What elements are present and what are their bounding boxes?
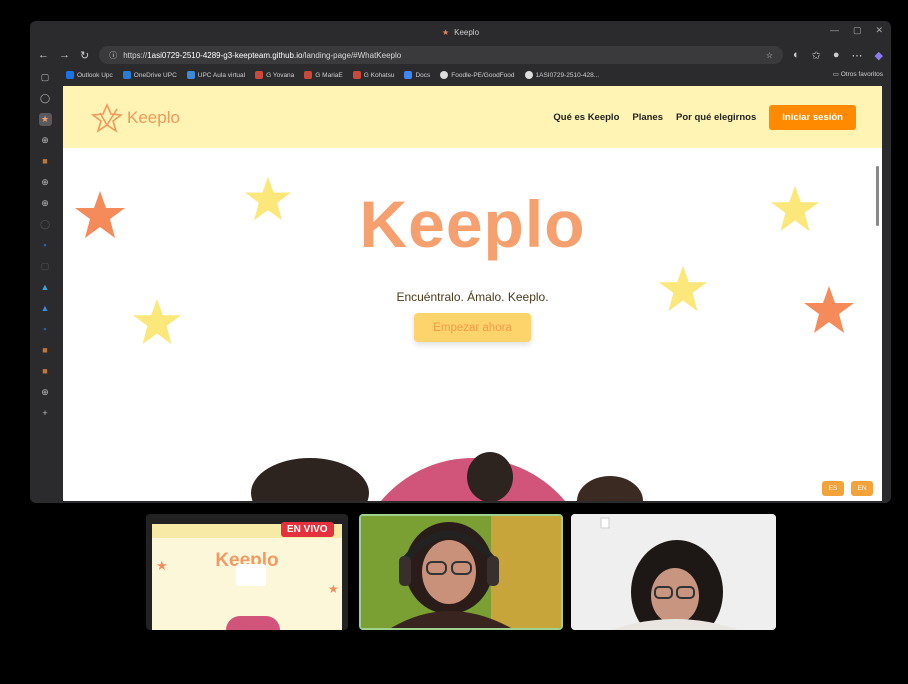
bookmark-repo[interactable]: 1ASI0729-2510-428... — [524, 71, 599, 79]
mini-arc — [226, 616, 280, 630]
nav-why-choose-us[interactable]: Por qué elegirnos — [676, 112, 756, 123]
onedrive-icon — [122, 71, 131, 79]
video-tile-participant-speaking[interactable] — [359, 514, 563, 630]
refresh-icon[interactable]: ↻ — [80, 49, 89, 62]
site-logo[interactable]: Keeplo — [91, 103, 180, 133]
gmail-icon — [255, 71, 264, 79]
toolbar-icons: ◐ ✩ ● ⋯ ◆ — [793, 49, 883, 62]
forward-icon[interactable]: → — [59, 49, 70, 61]
window-title-text: Keeplo — [454, 27, 480, 37]
participant-video — [361, 516, 561, 628]
github-icon — [440, 71, 449, 79]
close-icon[interactable]: ✕ — [875, 25, 883, 36]
url-prefix: https:// — [123, 50, 148, 60]
folder-icon: ▭ — [832, 71, 839, 78]
bookmark-goodfood[interactable]: Foodle-PE/GoodFood — [440, 71, 515, 79]
bookmarks-bar: Outlook Upc OneDrive UPC UPC Aula virtua… — [60, 67, 891, 83]
url-host: 1asi0729-2510-4289-g3-keepteam.github.io — [147, 50, 303, 60]
main-nav: Qué es Keeplo Planes Por qué elegirnos I… — [553, 105, 856, 130]
url-field[interactable]: ⓘ https://1asi0729-2510-4289-g3-keepteam… — [99, 46, 783, 64]
github-icon[interactable]: ◯ — [39, 92, 52, 105]
other-favorites[interactable]: ▭ Otros favoritos — [833, 70, 883, 78]
back-icon[interactable]: ← — [38, 49, 49, 61]
window-controls: — ▢ ✕ — [830, 25, 883, 36]
bookmark-yovana[interactable]: G Yovana — [255, 71, 294, 79]
blue-app-icon[interactable]: ▪ — [39, 239, 52, 252]
lang-es-button[interactable]: ES — [822, 481, 844, 496]
url-path: /landing-page/#WhatKeeplo — [302, 50, 402, 60]
nav-plans[interactable]: Planes — [632, 112, 663, 123]
add-icon[interactable]: + — [39, 407, 52, 420]
bookmark-aula-virtual[interactable]: UPC Aula virtual — [186, 71, 245, 79]
bookmark-docs[interactable]: Docs — [404, 71, 430, 79]
app-icon[interactable]: ■ — [39, 344, 52, 357]
star-decoration-icon: ★ — [328, 582, 339, 596]
live-badge: EN VIVO — [281, 522, 334, 537]
copilot-icon[interactable]: ◆ — [875, 49, 883, 62]
login-button[interactable]: Iniciar sesión — [769, 105, 856, 130]
maximize-icon[interactable]: ▢ — [853, 25, 862, 36]
window-title: ★ Keeplo — [442, 28, 479, 37]
gmail-icon — [304, 71, 313, 79]
hero-tagline: Encuéntralo. Ámalo. Keeplo. — [396, 290, 549, 304]
globe-icon[interactable]: ⊕ — [39, 134, 52, 147]
tab-favicon-icon: ★ — [441, 27, 450, 37]
outlook-icon — [66, 71, 74, 79]
dark-app-icon[interactable]: ▢ — [39, 260, 52, 273]
title-bar: ★ Keeplo — ▢ ✕ — [30, 21, 891, 43]
nav-what-is-keeplo[interactable]: Qué es Keeplo — [553, 112, 619, 123]
person-illustration — [251, 458, 369, 501]
logo-star-icon — [91, 103, 123, 133]
bookmark-onedrive[interactable]: OneDrive UPC — [122, 71, 177, 79]
extension-icon[interactable]: ◐ — [793, 49, 800, 62]
favorite-star-icon[interactable]: ☆ — [766, 51, 773, 60]
app-icon[interactable]: ■ — [39, 365, 52, 378]
bookmark-kohatsu[interactable]: G Kohatsu — [352, 71, 394, 79]
participant-video — [571, 514, 776, 630]
shared-screen-thumbnail: Keeplo ★ ★ — [152, 524, 342, 630]
app-icon[interactable]: ■ — [39, 155, 52, 168]
docs-icon — [404, 71, 413, 79]
star-decoration-icon: ★ — [156, 558, 168, 573]
address-bar: ← → ↻ ⓘ https://1asi0729-2510-4289-g3-ke… — [30, 43, 891, 67]
gmail-icon — [352, 71, 361, 79]
screen-share-icon — [236, 564, 266, 586]
keeplo-tab-icon[interactable]: ★ — [38, 113, 52, 126]
lang-en-button[interactable]: EN — [851, 481, 873, 496]
page-scrollbar[interactable] — [876, 166, 879, 226]
logo-text: Keeplo — [127, 108, 180, 127]
page-viewport: Keeplo Qué es Keeplo Planes Por qué eleg… — [63, 86, 882, 501]
browser-window: ★ Keeplo — ▢ ✕ ← → ↻ ⓘ https://1asi0729-… — [30, 21, 891, 503]
video-tile-participant[interactable] — [571, 514, 776, 630]
minimize-icon[interactable]: — — [830, 25, 839, 36]
meeting-stage: ★ Keeplo — ▢ ✕ ← → ↻ ⓘ https://1asi0729-… — [0, 0, 908, 684]
blue-app-icon[interactable]: ▪ — [39, 323, 52, 336]
video-tile-screen-share[interactable]: Keeplo ★ ★ EN VIVO — [146, 514, 348, 630]
bookmark-mariae[interactable]: G MariaE — [304, 71, 343, 79]
globe-icon[interactable]: ⊕ — [39, 386, 52, 399]
github-icon — [524, 71, 533, 79]
bookmark-outlook[interactable]: Outlook Upc — [66, 71, 113, 79]
tabs-icon[interactable]: ▢ — [39, 71, 52, 84]
more-icon[interactable]: ⋯ — [852, 49, 863, 62]
site-header: Keeplo Qué es Keeplo Planes Por qué eleg… — [63, 86, 882, 148]
aula-icon[interactable]: ▲ — [39, 281, 52, 294]
person-illustration — [467, 452, 513, 501]
profile-icon[interactable]: ● — [833, 49, 840, 62]
hero-title: Keeplo — [359, 187, 586, 261]
favorites-icon[interactable]: ✩ — [812, 49, 821, 62]
globe-icon[interactable]: ⊕ — [39, 176, 52, 189]
person-illustration — [577, 476, 643, 501]
aula-icon[interactable]: ▲ — [39, 302, 52, 315]
github-icon[interactable]: ◯ — [39, 218, 52, 231]
aula-icon — [186, 71, 195, 79]
start-now-button[interactable]: Empezar ahora — [414, 313, 531, 342]
browser-sidebar: ▢ ◯ ★ ⊕ ■ ⊕ ⊕ ◯ ▪ ▢ ▲ ▲ ▪ ■ ■ ⊕ + — [30, 67, 60, 503]
site-info-icon[interactable]: ⓘ — [109, 50, 117, 61]
star-decoration-icon — [658, 265, 708, 312]
globe-icon[interactable]: ⊕ — [39, 197, 52, 210]
